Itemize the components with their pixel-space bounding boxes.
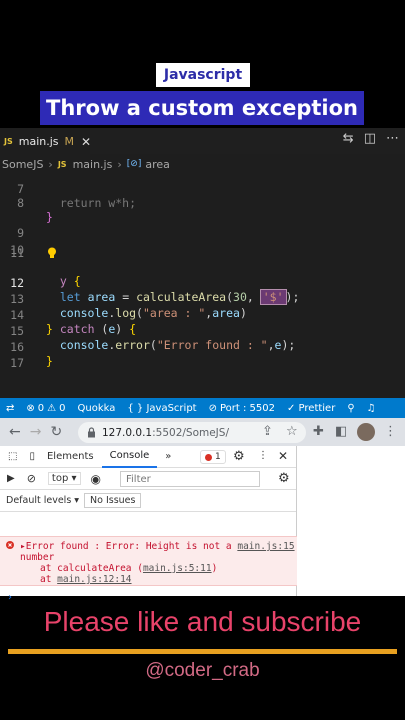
code-line: 14 } catch (e) { [0, 294, 405, 336]
sidebar-toggle-icon[interactable]: ▶ [7, 473, 15, 484]
reload-icon[interactable]: ↻ [50, 424, 62, 440]
error-x-icon [6, 541, 14, 549]
tab-console[interactable]: Console [101, 446, 158, 468]
console-prompt[interactable]: › [8, 592, 12, 603]
subscribe-caption: Please like and subscribe [43, 606, 362, 637]
device-toolbar-icon[interactable]: ▯ [25, 446, 39, 468]
devtools-panel: ⬚ ▯ Elements Console » 1 ⚙ ⋮ ✕ ▶ ⊘ top ▾ [0, 446, 297, 603]
lightbulb-icon[interactable] [47, 247, 57, 259]
error-line-1: ▸Error found : Error: Height is not a ma… [20, 541, 295, 552]
source-link[interactable]: main.js:15 [237, 541, 294, 552]
line-number: 17 [10, 356, 24, 370]
more-tabs-icon[interactable]: » [157, 446, 179, 468]
divider [8, 649, 397, 654]
side-panel-icon[interactable]: ◧ [335, 424, 347, 439]
settings-gear-icon[interactable]: ⚙ [233, 449, 245, 464]
bookmark-star-icon[interactable]: ☆ [286, 424, 298, 439]
error-icon: ⊗ [26, 402, 35, 414]
js-file-icon: JS [4, 137, 13, 146]
page-viewport[interactable] [298, 446, 405, 596]
breadcrumb: SomeJS › JS main.js › [⊘] area [0, 154, 405, 174]
code-line: 9 [0, 212, 405, 240]
broadcast-icon: ⊘ [208, 402, 217, 414]
modified-indicator: M [64, 135, 75, 148]
code-line: 15 console.error("Error found : ",e); [0, 310, 405, 352]
code-line: 16 } [0, 326, 405, 368]
feedback-icon[interactable]: ⚲ [347, 403, 354, 414]
quokka-status[interactable]: Quokka [78, 403, 116, 414]
live-server-port[interactable]: ⊘ Port : 5502 [209, 403, 275, 414]
warning-icon: ⚠ [47, 402, 57, 414]
code-editor[interactable]: 7 return w*h; 8 } 9 10 11 y { 12 let are… [0, 174, 405, 398]
url-path: :5502/SomeJS/ [152, 426, 229, 439]
info-icon[interactable] [87, 427, 96, 438]
share-icon[interactable]: ⇪ [262, 424, 273, 439]
chevron-right-icon: › [117, 157, 122, 171]
error-icon [205, 453, 212, 461]
breadcrumb-symbol[interactable]: area [145, 158, 170, 171]
eye-icon[interactable]: ◉ [91, 472, 101, 486]
line-number: 8 [17, 196, 24, 210]
editor-actions: ⇆ ◫ ⋯ [343, 131, 399, 146]
source-link[interactable]: main.js:12:14 [57, 574, 131, 585]
extensions-icon[interactable]: ✚ [313, 424, 324, 439]
code-line: 11 [0, 229, 405, 260]
breadcrumb-folder[interactable]: SomeJS [2, 158, 43, 171]
filter-input[interactable]: Filter [120, 471, 260, 487]
prettier-status[interactable]: ✓ Prettier [287, 403, 335, 414]
topic-badge: Javascript [156, 63, 250, 87]
code-line: y { [0, 246, 405, 288]
levels-bar: Default levels ▾ No Issues [0, 490, 296, 512]
issues-button[interactable]: No Issues [84, 493, 142, 508]
video-frame: Javascript Throw a custom exception JS m… [0, 0, 405, 720]
error-line-2: number [20, 552, 55, 563]
browser-toolbar: ← → ↻ 127.0.0.1:5502/SomeJS/ ⇪ ☆ ✚ ◧ ⋮ [0, 418, 405, 446]
browser-window: ← → ↻ 127.0.0.1:5502/SomeJS/ ⇪ ☆ ✚ ◧ ⋮ ⬚… [0, 418, 405, 603]
code-line: 13 console.log("area : ",area) [0, 278, 405, 320]
split-editor-icon[interactable]: ◫ [364, 131, 376, 146]
code-line: 8 } [0, 182, 405, 224]
inspect-element-icon[interactable]: ⬚ [0, 446, 25, 468]
code-text: return w*h; [46, 196, 137, 210]
channel-handle: @coder_crab [145, 660, 260, 681]
tab-elements[interactable]: Elements [39, 446, 102, 468]
breadcrumb-file[interactable]: main.js [73, 158, 113, 171]
clear-console-icon[interactable]: ⊘ [27, 472, 36, 485]
status-bar: ⇄ ⊗ 0 ⚠ 0 Quokka { } JavaScript ⊘ Port :… [0, 398, 405, 418]
stack-frame: at calculateArea (main.js:5:11) [40, 563, 218, 574]
more-actions-icon[interactable]: ⋯ [386, 131, 399, 146]
kebab-menu-icon[interactable]: ⋮ [258, 450, 268, 461]
console-toolbar: ▶ ⊘ top ▾ ◉ Filter ⚙ [0, 468, 296, 490]
js-file-icon: JS [57, 159, 67, 169]
language-mode[interactable]: { } JavaScript [127, 403, 196, 414]
log-levels-dropdown[interactable]: Default levels ▾ [6, 495, 79, 506]
console-error-message: ▸Error found : Error: Height is not a ma… [0, 536, 297, 586]
source-link[interactable]: main.js:5:11 [143, 563, 212, 574]
close-tab-icon[interactable]: ✕ [81, 135, 91, 149]
chevron-right-icon: › [48, 157, 53, 171]
problems-indicator[interactable]: ⊗ 0 ⚠ 0 [26, 403, 65, 414]
back-icon[interactable]: ← [9, 424, 21, 440]
context-selector[interactable]: top ▾ [47, 472, 81, 485]
url-host: 127.0.0.1 [102, 426, 153, 439]
editor-tab-main-js[interactable]: JS main.js M ✕ [0, 128, 91, 154]
chrome-menu-icon[interactable]: ⋮ [384, 424, 397, 439]
video-title: Throw a custom exception [40, 91, 364, 125]
code-line: 17 [0, 342, 405, 370]
console-settings-icon[interactable]: ⚙ [278, 471, 290, 486]
compare-changes-icon[interactable]: ⇆ [343, 131, 354, 146]
close-devtools-icon[interactable]: ✕ [278, 449, 288, 463]
devtools-tab-bar: ⬚ ▯ Elements Console » 1 ⚙ ⋮ ✕ [0, 446, 296, 468]
error-count-badge[interactable]: 1 [200, 450, 226, 464]
variable-icon: [⊘] [126, 159, 142, 169]
tab-filename: main.js [18, 135, 59, 148]
editor-tab-bar: JS main.js M ✕ ⇆ ◫ ⋯ [0, 128, 405, 154]
notifications-icon[interactable]: ♫ [367, 403, 376, 414]
code-line-active: 12 let area = calculateArea(30, '$'); [0, 262, 405, 305]
forward-icon[interactable]: → [30, 424, 42, 440]
stack-frame: at main.js:12:14 [40, 574, 132, 585]
avatar[interactable] [357, 423, 375, 441]
remote-icon[interactable]: ⇄ [6, 403, 14, 414]
